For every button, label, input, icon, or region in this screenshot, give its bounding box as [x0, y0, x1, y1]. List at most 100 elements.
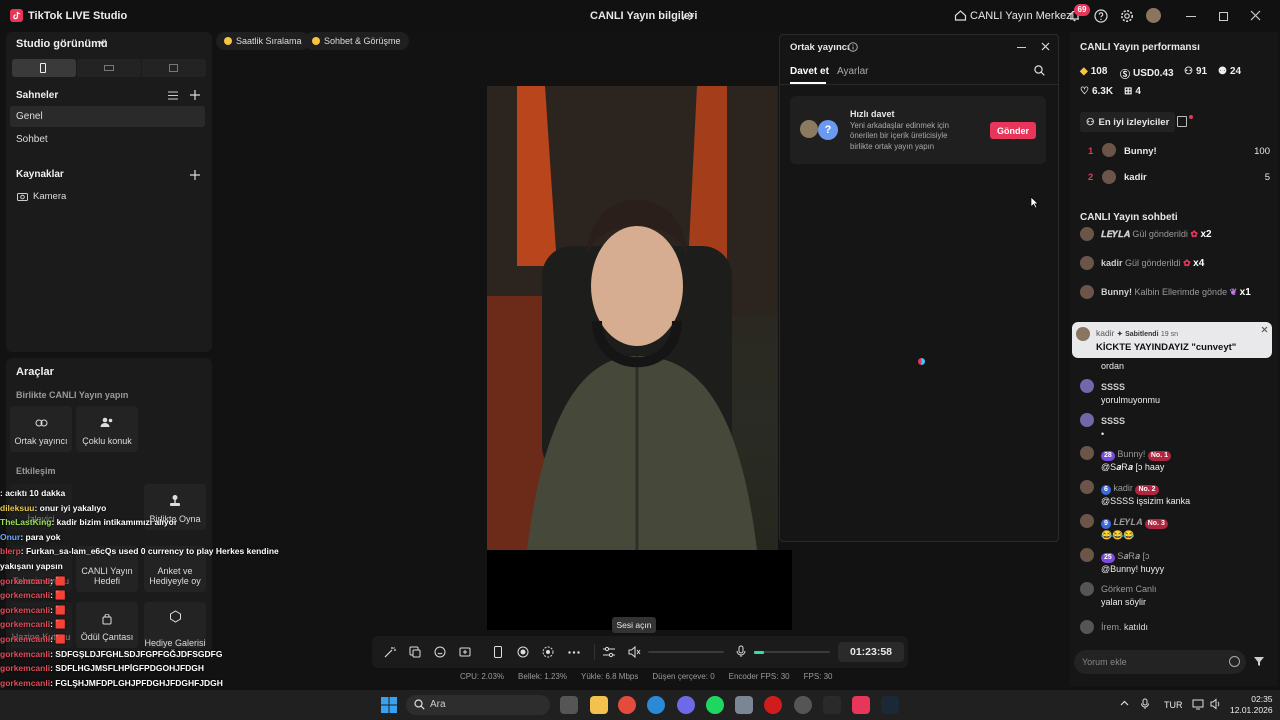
chevron-up-icon[interactable] [1120, 700, 1129, 706]
chat-username[interactable]: SSSS [1101, 416, 1125, 426]
filter-icon[interactable] [1254, 657, 1264, 666]
clipboard-icon[interactable] [1177, 116, 1187, 127]
file-explorer-icon[interactable] [590, 696, 608, 714]
obs-icon[interactable] [794, 696, 812, 714]
maximize-button[interactable] [1219, 12, 1228, 21]
mouse-cursor-icon [1030, 196, 1039, 209]
live-hub-link[interactable]: CANLI Yayın Merkezi [970, 10, 1074, 22]
clock-time: 02:35 [1251, 694, 1273, 704]
record-icon[interactable] [517, 646, 529, 658]
list-icon[interactable] [168, 91, 178, 100]
pinned-username[interactable]: kadir [1096, 328, 1114, 338]
chat-username[interactable]: Bunny! [1117, 449, 1145, 459]
volume-tray-icon[interactable] [1210, 698, 1222, 710]
profile-avatar[interactable] [1146, 8, 1161, 23]
add-scene-icon[interactable] [190, 90, 200, 100]
share-icon[interactable] [682, 10, 694, 22]
microphone-tray-icon[interactable] [1141, 698, 1149, 710]
chat-username[interactable]: Görkem Canlı [1101, 584, 1157, 594]
windows-start-icon[interactable] [381, 697, 397, 713]
language-indicator[interactable]: TUR [1164, 700, 1183, 710]
tab-invite[interactable]: Davet et [790, 66, 829, 77]
muted-speaker-icon[interactable] [628, 646, 641, 658]
phone-layout-icon[interactable] [494, 646, 502, 658]
system-clock[interactable]: 02:35 12.01.2026 [1230, 694, 1273, 716]
settings-gear-icon[interactable] [1120, 9, 1134, 23]
steam-icon[interactable] [881, 696, 899, 714]
taskbar-search[interactable]: Ara [406, 695, 550, 715]
chat-username[interactable]: kadir [1101, 258, 1123, 268]
stat-value: USD0.43 [1133, 68, 1174, 79]
home-icon[interactable] [954, 9, 967, 22]
chat-username[interactable]: SSSS [1101, 382, 1125, 392]
portrait-layout-button[interactable] [12, 59, 76, 77]
comment-input[interactable]: Yorum ekle [1074, 650, 1246, 674]
tab-settings[interactable]: Ayarlar [837, 66, 869, 77]
rank-name[interactable]: Bunny! [1124, 146, 1157, 157]
avatar [1080, 285, 1094, 299]
more-icon[interactable] [568, 651, 580, 654]
tiktok-studio-taskbar-icon[interactable] [852, 696, 870, 714]
stat-item: CPU: 2.03% [460, 672, 504, 686]
overlay-chat-text: : 🟥 [50, 619, 66, 630]
cohost-tool-button[interactable]: Ortak yayıncı [10, 406, 72, 452]
close-window-icon[interactable] [1250, 10, 1261, 21]
terminal-icon[interactable] [823, 696, 841, 714]
overlay-chat-line: yakışanı yapsın [0, 559, 300, 574]
search-icon[interactable] [1034, 65, 1045, 76]
edge-icon[interactable] [647, 696, 665, 714]
top-viewers-button[interactable]: ⚇ En iyi izleyiciler [1080, 112, 1176, 132]
unpin-close-icon[interactable] [1261, 326, 1268, 333]
diamonds-stat: ◆ 108 [1080, 66, 1107, 77]
chat-username[interactable]: 𝑳𝑬𝒀𝑳𝑨 [1113, 517, 1142, 527]
rank-name[interactable]: kadir [1124, 172, 1147, 183]
screenshot-icon[interactable] [542, 646, 554, 658]
cohost-close-icon[interactable] [1041, 42, 1050, 51]
task-view-icon[interactable] [560, 696, 578, 714]
spotify-icon[interactable] [706, 696, 724, 714]
chat-username[interactable]: 𝑳𝑬𝒀𝑳𝑨 [1101, 229, 1130, 239]
scene-item-genel[interactable]: Genel [10, 106, 205, 127]
stat-value: 1.23% [544, 672, 567, 681]
app-icon[interactable] [735, 696, 753, 714]
stat-value: 24 [1229, 66, 1242, 77]
emoji-icon[interactable] [1229, 656, 1240, 667]
level-badge: 25 [1101, 553, 1115, 563]
cohost-minimize-button[interactable] [1017, 47, 1026, 48]
scenes-title: Sahneler [16, 90, 59, 101]
gifts-stat: ⊞ 4 [1124, 86, 1141, 97]
landscape-layout-button[interactable] [77, 59, 141, 77]
scene-item-sohbet[interactable]: Sohbet [16, 134, 48, 145]
info-icon[interactable] [848, 42, 858, 52]
multi-layout-button[interactable] [142, 59, 206, 77]
rose-icon: ✿ [1190, 229, 1198, 239]
effects-icon[interactable] [409, 646, 421, 658]
opera-icon[interactable] [764, 696, 782, 714]
chat-meet-chip[interactable]: Sohbet & Görüşme [304, 32, 409, 50]
minimize-button[interactable] [1186, 16, 1196, 17]
add-source-icon[interactable] [190, 170, 200, 180]
help-icon[interactable] [1094, 9, 1108, 23]
speaker-volume-slider[interactable] [648, 651, 724, 653]
chat-username[interactable]: Bunny! [1101, 287, 1132, 297]
send-invite-button[interactable]: Gönder [990, 122, 1036, 139]
sticker-icon[interactable] [434, 646, 446, 658]
chrome-icon[interactable] [618, 696, 636, 714]
mic-volume-slider[interactable] [754, 650, 830, 654]
audio-mixer-icon[interactable] [603, 646, 615, 658]
network-icon[interactable] [1192, 698, 1204, 710]
add-media-icon[interactable] [459, 646, 471, 658]
chat-username[interactable]: kadir [1113, 483, 1133, 493]
chat-username[interactable]: S𝒂R𝒂 [ↄ [1117, 551, 1149, 561]
magic-wand-icon[interactable] [384, 646, 396, 658]
discord-icon[interactable] [677, 696, 695, 714]
microphone-icon[interactable] [736, 645, 746, 658]
source-item-camera[interactable]: Kamera [33, 191, 66, 202]
sources-title: Kaynaklar [16, 169, 64, 180]
multi-guest-tool-button[interactable]: Çoklu konuk [76, 406, 138, 452]
avatar [1080, 514, 1094, 528]
chevron-down-icon[interactable] [98, 40, 106, 46]
chat-username[interactable]: İrem. [1101, 622, 1122, 632]
studio-view-label[interactable]: Studio görünümü [16, 38, 108, 50]
hourly-ranking-chip[interactable]: Saatlik Sıralama [216, 32, 310, 50]
